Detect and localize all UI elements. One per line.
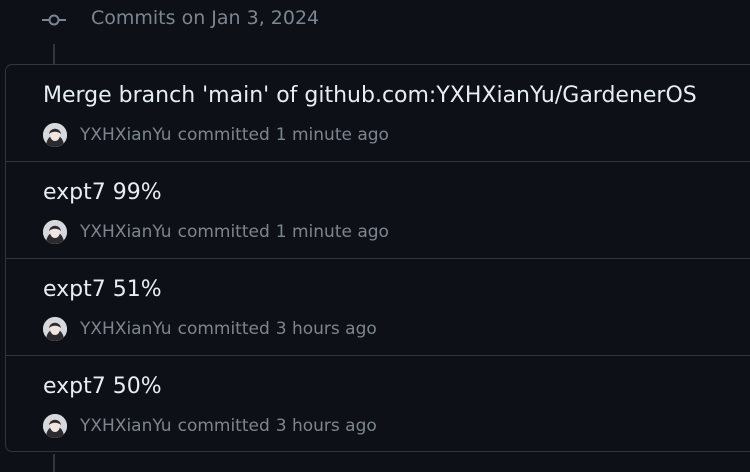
commit-verb: committed (177, 125, 270, 145)
commit-title-link[interactable]: expt7 50% (43, 374, 162, 399)
author-link[interactable]: YXHXianYu (80, 222, 172, 242)
commit-group-date: Commits on Jan 3, 2024 (91, 7, 320, 29)
commit-row: expt7 50% YXHXianYu committed 3 hours ag… (6, 356, 750, 451)
commit-verb: committed (177, 222, 270, 242)
commit-title-link[interactable]: expt7 99% (43, 180, 162, 205)
commit-history-page: Commits on Jan 3, 2024 Merge branch 'mai… (0, 0, 750, 472)
commit-verb: committed (177, 416, 270, 436)
commit-time[interactable]: 1 minute ago (276, 125, 389, 145)
timeline-line (53, 454, 55, 472)
author-link[interactable]: YXHXianYu (80, 125, 172, 145)
commit-row: Merge branch 'main' of github.com:YXHXia… (6, 65, 750, 162)
commit-time[interactable]: 3 hours ago (276, 416, 377, 436)
author-avatar[interactable] (43, 220, 67, 244)
commit-row: expt7 51% YXHXianYu committed 3 hours ag… (6, 259, 750, 356)
commit-time[interactable]: 1 minute ago (276, 222, 389, 242)
commit-meta: YXHXianYu committed 1 minute ago (43, 121, 389, 149)
author-link[interactable]: YXHXianYu (80, 319, 172, 339)
git-commit-icon (41, 11, 67, 29)
author-avatar[interactable] (43, 414, 67, 438)
timeline-line (53, 44, 55, 64)
commit-time[interactable]: 3 hours ago (276, 319, 377, 339)
author-avatar[interactable] (43, 123, 67, 147)
commit-list: Merge branch 'main' of github.com:YXHXia… (5, 64, 750, 452)
commit-meta: YXHXianYu committed 3 hours ago (43, 315, 377, 343)
author-link[interactable]: YXHXianYu (80, 416, 172, 436)
commit-group-header: Commits on Jan 3, 2024 (0, 0, 750, 40)
commit-title-link[interactable]: expt7 51% (43, 277, 162, 302)
commit-meta: YXHXianYu committed 3 hours ago (43, 412, 377, 440)
commit-meta: YXHXianYu committed 1 minute ago (43, 218, 389, 246)
author-avatar[interactable] (43, 317, 67, 341)
commit-verb: committed (177, 319, 270, 339)
commit-title-link[interactable]: Merge branch 'main' of github.com:YXHXia… (43, 83, 697, 108)
commit-row: expt7 99% YXHXianYu committed 1 minute a… (6, 162, 750, 259)
